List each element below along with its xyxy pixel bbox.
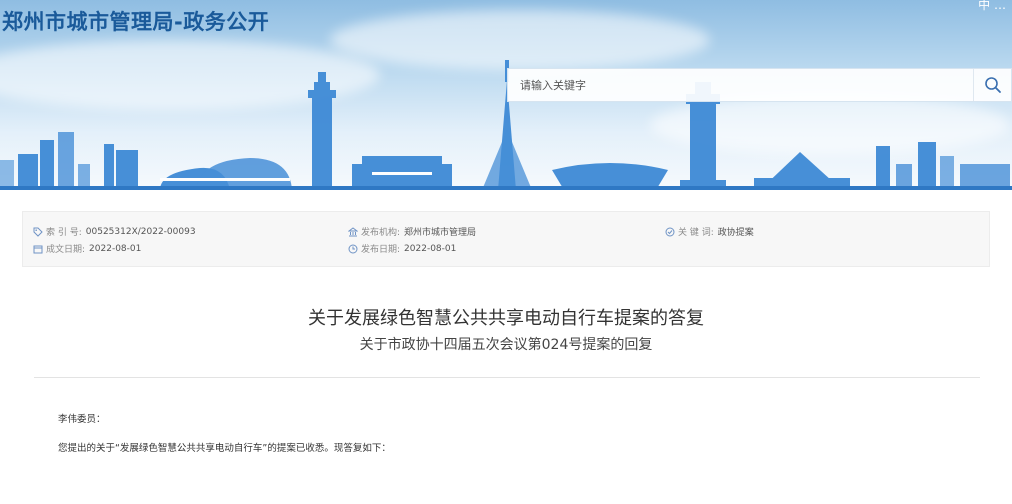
calendar-icon bbox=[33, 245, 43, 253]
building-icon bbox=[348, 226, 358, 236]
intro-paragraph: 您提出的关于“发展绿色智慧公共共享电动自行车”的提案已收悉。现答复如下： bbox=[58, 443, 391, 454]
search-button[interactable] bbox=[973, 69, 1011, 101]
header-banner: 郑州市城市管理局-政务公开 中 … bbox=[0, 0, 1012, 190]
language-switch[interactable]: 中 … bbox=[978, 0, 1006, 13]
meta-created: 成文日期: 2022-08-01 bbox=[33, 242, 141, 255]
meta-published-label: 发布日期: bbox=[361, 245, 401, 255]
meta-published: 发布日期: 2022-08-01 bbox=[348, 242, 456, 255]
meta-created-value: 2022-08-01 bbox=[89, 243, 142, 254]
salutation: 李伟委员： bbox=[58, 414, 106, 425]
meta-index: 索 引 号: 00525312X/2022-00093 bbox=[33, 225, 196, 238]
tag-icon bbox=[33, 227, 43, 237]
meta-keywords: 关 键 词: 政协提案 bbox=[665, 225, 754, 238]
site-title[interactable]: 郑州市城市管理局-政务公开 bbox=[2, 6, 269, 36]
search-icon bbox=[984, 77, 1001, 93]
meta-index-value: 00525312X/2022-00093 bbox=[85, 226, 196, 237]
search-input[interactable] bbox=[508, 70, 968, 100]
document-subtitle: 关于市政协十四届五次会议第024号提案的回复 bbox=[359, 337, 653, 353]
meta-publisher-value: 郑州市城市管理局 bbox=[404, 228, 477, 238]
meta-created-label: 成文日期: bbox=[46, 245, 86, 255]
meta-keywords-label: 关 键 词: bbox=[678, 228, 714, 238]
meta-publisher-label: 发布机构: bbox=[361, 228, 401, 238]
meta-index-label: 索 引 号: bbox=[46, 228, 82, 238]
meta-keywords-value: 政协提案 bbox=[717, 228, 754, 238]
title-divider bbox=[34, 377, 980, 378]
meta-publisher: 发布机构: 郑州市城市管理局 bbox=[348, 225, 476, 238]
document-meta-panel: 索 引 号: 00525312X/2022-00093 成文日期: 2022-0… bbox=[22, 211, 990, 267]
search-bar bbox=[507, 68, 1012, 102]
clock-icon bbox=[348, 244, 358, 253]
document-title: 关于发展绿色智慧公共共享电动自行车提案的答复 bbox=[308, 308, 704, 329]
check-circle-icon bbox=[665, 227, 675, 236]
meta-published-value: 2022-08-01 bbox=[404, 243, 457, 254]
